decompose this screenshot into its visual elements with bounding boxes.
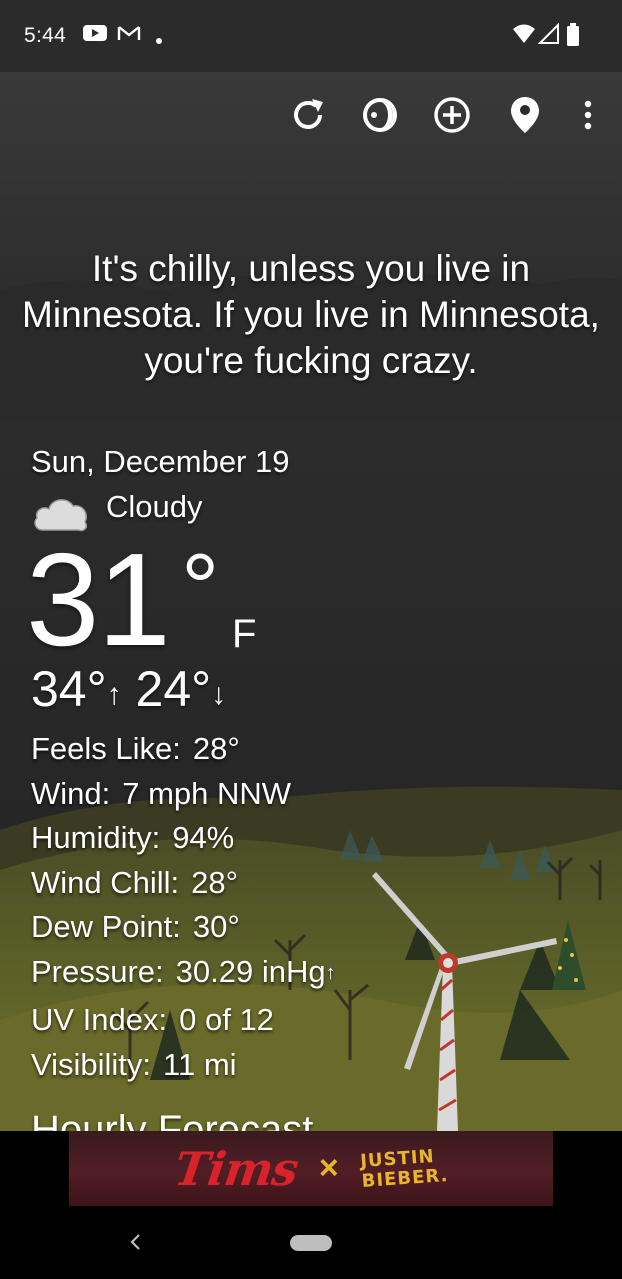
weather-screen: 5:44 It's chilly, unless you live in Min…	[0, 0, 622, 1279]
more-vert-icon	[583, 100, 593, 135]
detail-label: Feels Like:	[31, 731, 181, 766]
gmail-icon	[117, 23, 141, 48]
detail-wind: Wind: 7 mph NNW	[31, 772, 336, 817]
pressure-trend-icon: ↑	[325, 961, 336, 984]
detail-label: Pressure:	[31, 953, 164, 989]
theme-icon	[360, 95, 400, 140]
refresh-button[interactable]	[285, 94, 331, 140]
condition-text: Cloudy	[106, 489, 203, 524]
detail-value: 28°	[191, 864, 239, 900]
current-temperature: 31	[26, 526, 171, 673]
high-low-temperatures: 34°↑ 24°↓	[31, 660, 226, 718]
signal-icon	[537, 22, 560, 50]
add-location-icon	[432, 95, 472, 140]
refresh-icon	[288, 95, 328, 140]
dot-icon	[155, 32, 163, 50]
ad-brand-logo: Tims	[170, 1141, 301, 1196]
high-temperature: 34°	[31, 661, 107, 717]
detail-humidity: Humidity: 94%	[31, 816, 336, 861]
detail-value: 0 of 12	[179, 1002, 274, 1037]
detail-label: Visibility:	[31, 1046, 152, 1082]
youtube-icon	[82, 23, 108, 48]
detail-value: 7 mph NNW	[122, 775, 292, 811]
add-location-button[interactable]	[429, 94, 475, 140]
detail-uv-index: UV Index: 0 of 12	[31, 998, 336, 1043]
detail-visibility: Visibility: 11 mi	[31, 1043, 336, 1088]
back-button[interactable]	[122, 1229, 148, 1259]
status-bar: 5:44	[0, 0, 622, 72]
detail-label: UV Index:	[31, 1002, 168, 1037]
status-time: 5:44	[24, 24, 67, 47]
more-options-button[interactable]	[566, 94, 610, 140]
detail-value: 30.29 inHg	[175, 953, 326, 989]
weather-headline: It's chilly, unless you live in Minnesot…	[22, 248, 600, 381]
low-temperature: 24°	[135, 661, 212, 717]
battery-icon	[566, 23, 580, 52]
detail-label: Dew Point:	[31, 909, 181, 944]
back-chevron-icon	[128, 1232, 142, 1257]
home-pill-icon[interactable]	[290, 1235, 332, 1251]
detail-label: Wind Chill:	[31, 864, 180, 900]
detail-value: 28°	[192, 731, 240, 766]
detail-pressure: Pressure: 30.29 inHg↑	[31, 950, 336, 999]
detail-label: Humidity:	[31, 820, 161, 855]
detail-label: Wind:	[31, 775, 111, 811]
high-arrow-icon: ↑	[106, 678, 122, 711]
detail-feels-like: Feels Like: 28°	[31, 727, 336, 772]
system-nav-bar	[0, 1209, 622, 1279]
location-pin-icon	[509, 95, 541, 140]
ad-separator: ×	[318, 1149, 339, 1187]
current-date: Sun, December 19	[31, 444, 290, 479]
theme-button[interactable]	[357, 94, 403, 140]
weather-details: Feels Like: 28° Wind: 7 mph NNW Humidity: 9…	[31, 727, 336, 1087]
wifi-icon	[512, 23, 536, 50]
location-button[interactable]	[502, 94, 548, 140]
ad-banner[interactable]: Tims × JUSTIN BIEBER.	[69, 1131, 553, 1206]
temperature-degree: °	[181, 534, 220, 641]
low-arrow-icon: ↓	[211, 678, 227, 711]
detail-value: 30°	[192, 909, 240, 944]
detail-dew-point: Dew Point: 30°	[31, 905, 336, 950]
detail-value: 11 mi	[163, 1046, 237, 1082]
detail-value: 94%	[172, 820, 235, 855]
ad-partner-logo: JUSTIN BIEBER.	[359, 1145, 449, 1192]
temperature-unit: F	[232, 612, 257, 656]
detail-wind-chill: Wind Chill: 28°	[31, 861, 336, 906]
